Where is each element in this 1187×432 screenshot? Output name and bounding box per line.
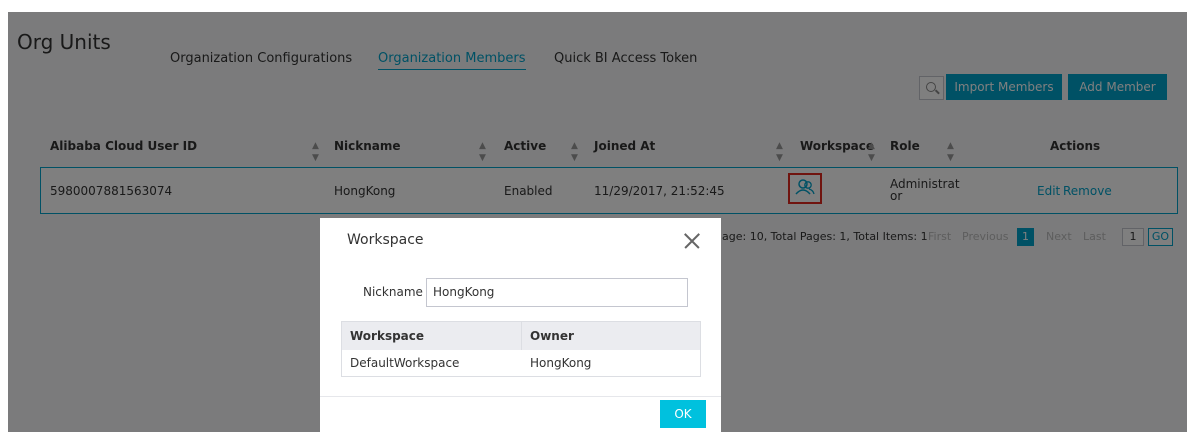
column-header-owner: Owner [522,322,700,350]
close-icon[interactable] [682,232,700,250]
workspace-owner-cell: HongKong [530,356,592,370]
nickname-field[interactable]: HongKong [426,278,688,307]
dialog-title: Workspace [347,232,424,248]
ok-button[interactable]: OK [660,400,706,428]
nickname-label: Nickname [363,285,423,299]
workspace-table: Workspace Owner DefaultWorkspace HongKon… [341,321,701,377]
workspace-name-cell: DefaultWorkspace [350,356,460,370]
workspace-dialog: Workspace Nickname HongKong Workspace Ow… [320,218,721,432]
dialog-divider [320,396,721,397]
column-header-workspace: Workspace [342,322,522,350]
